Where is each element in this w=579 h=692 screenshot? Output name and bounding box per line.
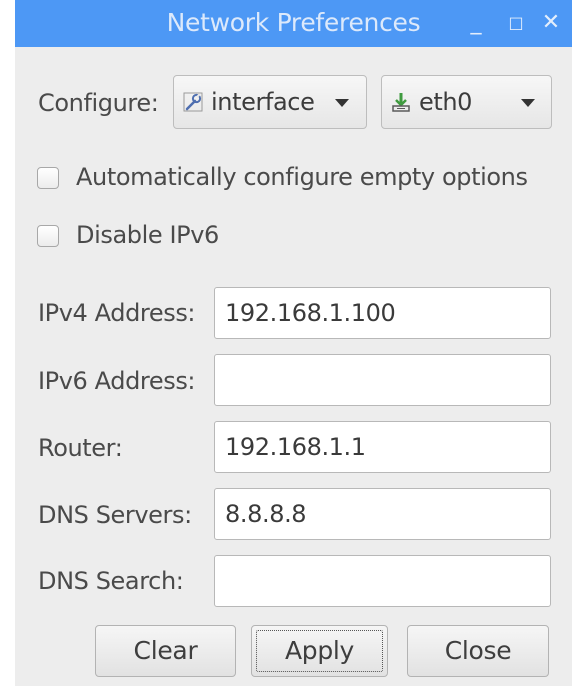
auto-configure-label: Automatically configure empty options xyxy=(76,163,528,191)
clear-button[interactable]: Clear xyxy=(95,625,236,677)
disable-ipv6-option[interactable]: Disable IPv6 xyxy=(37,221,257,255)
dns-search-label: DNS Search: xyxy=(38,567,184,595)
dns-servers-input[interactable] xyxy=(214,488,551,540)
network-preferences-window: Network Preferences _ □ ✕ Configure: int… xyxy=(15,0,572,686)
ipv6-address-input[interactable] xyxy=(214,354,551,406)
close-window-button[interactable]: ✕ xyxy=(539,10,563,36)
wrench-icon xyxy=(183,92,203,112)
network-port-icon xyxy=(392,93,410,112)
close-button[interactable]: Close xyxy=(407,625,549,677)
configure-type-dropdown[interactable]: interface xyxy=(173,75,367,129)
title-bar[interactable]: Network Preferences _ □ ✕ xyxy=(15,0,572,47)
configure-label: Configure: xyxy=(38,89,159,117)
disable-ipv6-label: Disable IPv6 xyxy=(76,221,219,249)
router-input[interactable] xyxy=(214,421,551,473)
configure-device-value: eth0 xyxy=(419,88,473,116)
apply-button[interactable]: Apply xyxy=(251,625,388,677)
ipv4-address-label: IPv4 Address: xyxy=(38,299,196,327)
dns-search-input[interactable] xyxy=(214,555,551,607)
dns-servers-label: DNS Servers: xyxy=(38,501,192,529)
configure-device-dropdown[interactable]: eth0 xyxy=(381,75,552,129)
focus-ring xyxy=(256,630,383,672)
router-label: Router: xyxy=(38,434,123,462)
chevron-down-icon xyxy=(335,99,349,107)
configure-type-value: interface xyxy=(211,88,315,116)
chevron-down-icon xyxy=(521,99,535,107)
window-title: Network Preferences xyxy=(166,8,421,37)
disable-ipv6-checkbox[interactable] xyxy=(37,225,59,247)
ipv6-address-label: IPv6 Address: xyxy=(38,367,196,395)
ipv4-address-input[interactable] xyxy=(214,287,551,339)
minimize-button[interactable]: _ xyxy=(464,10,488,36)
maximize-button[interactable]: □ xyxy=(504,10,528,36)
auto-configure-checkbox[interactable] xyxy=(37,167,59,189)
auto-configure-option[interactable]: Automatically configure empty options xyxy=(37,163,557,197)
